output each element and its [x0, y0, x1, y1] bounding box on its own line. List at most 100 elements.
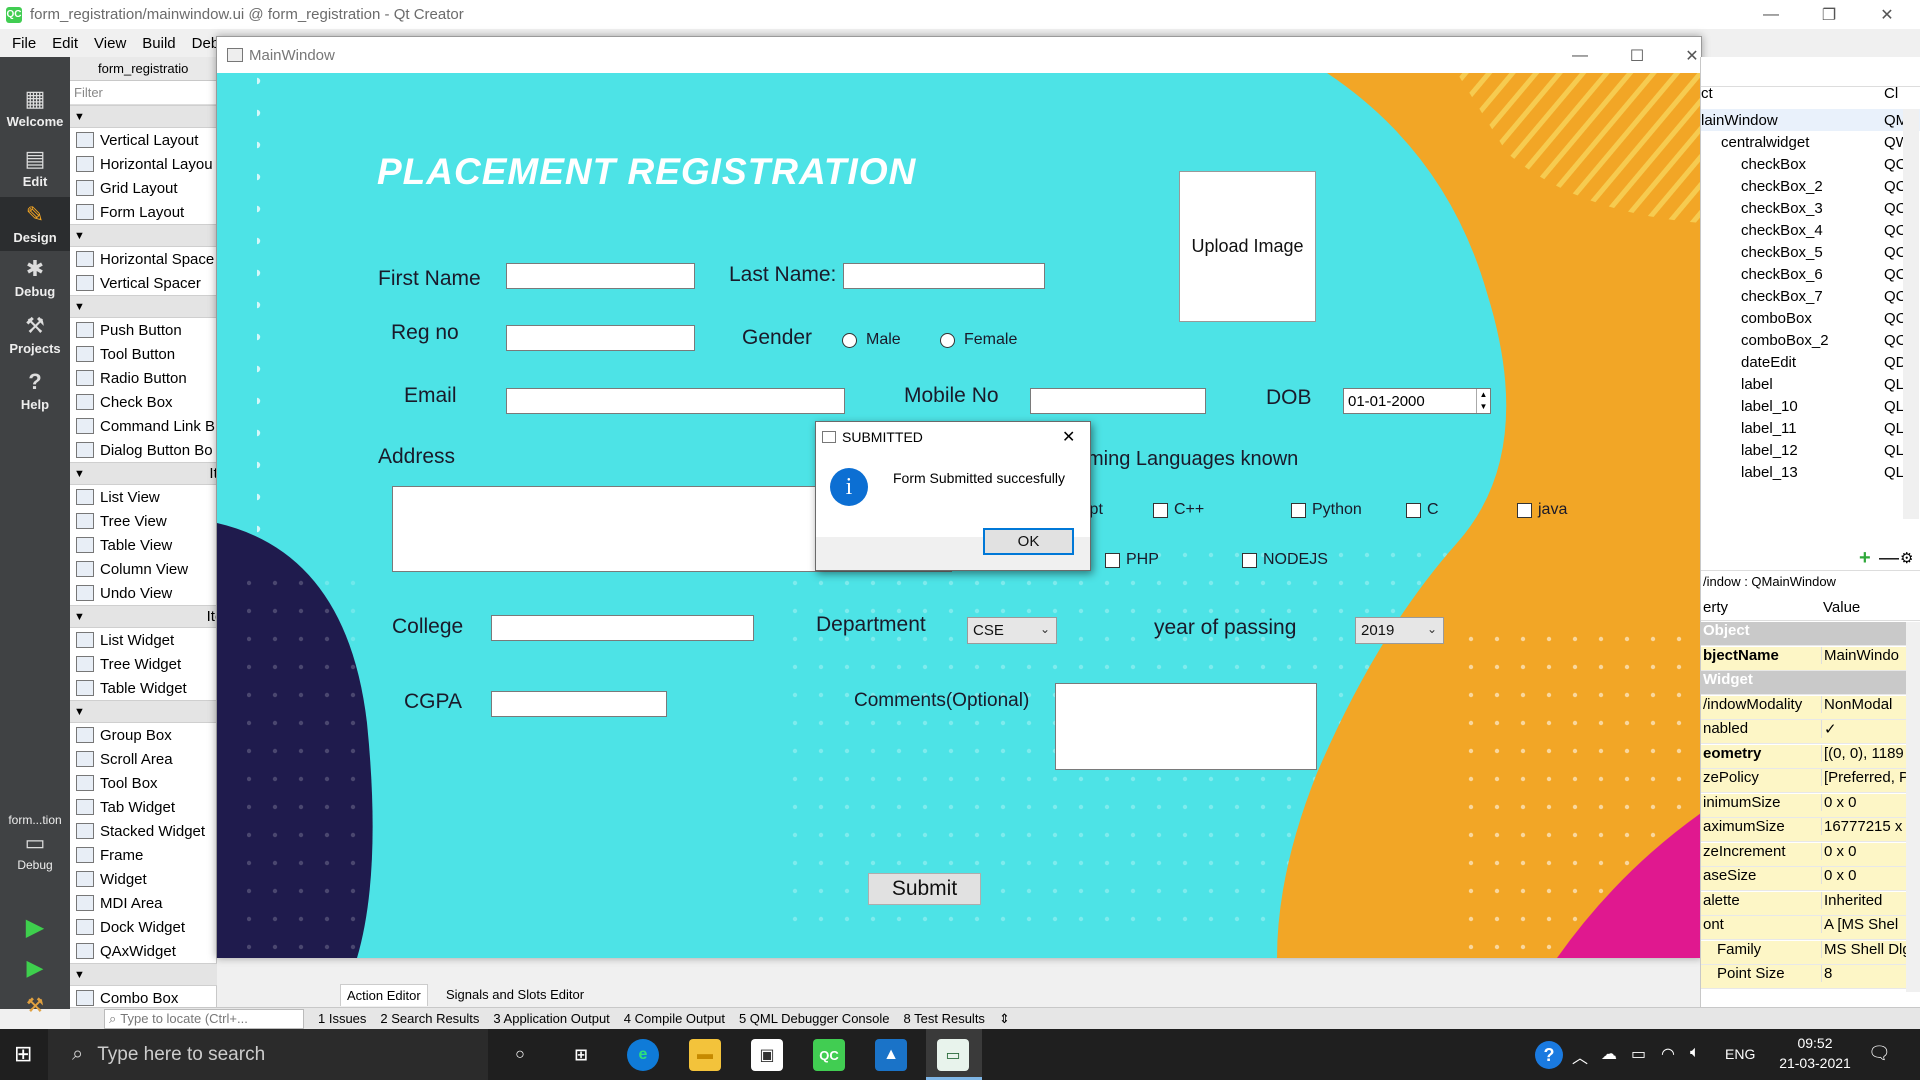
widget-item[interactable]: MDI Area [70, 891, 217, 915]
property-row[interactable]: inimumSize 0 x 0 [1701, 793, 1920, 818]
property-row[interactable]: bjectName MainWindo [1701, 646, 1920, 671]
object-tree-row[interactable]: checkBox_3 QC [1701, 197, 1920, 219]
debug-run-button[interactable]: ▶ [0, 955, 70, 981]
widget-item[interactable]: Horizontal Layou [70, 152, 217, 176]
comments-field[interactable] [1055, 683, 1317, 770]
object-tree-row[interactable]: label_12 QL [1701, 439, 1920, 461]
object-tree-row[interactable]: label_11 QL [1701, 417, 1920, 439]
widget-category[interactable]: ▼ Item Widgets (Ite [70, 605, 217, 628]
property-row[interactable]: Point Size 8 [1701, 965, 1920, 989]
object-tree-row[interactable]: label QL [1701, 373, 1920, 395]
object-tree-scrollbar[interactable] [1903, 109, 1919, 519]
kit-selector[interactable]: form...tion ▭ Debug [0, 813, 70, 872]
object-tree-row[interactable]: lainWindow QM [1701, 109, 1920, 131]
widget-item[interactable]: Widget [70, 867, 217, 891]
build-hammer-icon[interactable]: ⚒ [0, 993, 70, 1018]
property-row[interactable]: Object [1701, 622, 1920, 646]
pane-qml-debugger[interactable]: 5 QML Debugger Console [739, 1011, 890, 1026]
widget-item[interactable]: Table View [70, 533, 217, 557]
minimize-button[interactable]: — [1746, 0, 1796, 29]
widget-item[interactable]: Tool Button [70, 342, 217, 366]
restore-button[interactable]: ❐ [1804, 0, 1854, 29]
widget-category[interactable]: ▼ Input Widgets [70, 963, 217, 986]
onedrive-icon[interactable]: ☁ [1601, 1044, 1617, 1064]
tray-chevron-up-icon[interactable]: ︿ [1572, 1044, 1588, 1068]
property-row[interactable]: Family MS Shell Dlg [1701, 940, 1920, 965]
close-button[interactable]: ✕ [1862, 0, 1912, 29]
widget-item[interactable]: Tree Widget [70, 652, 217, 676]
submit-button[interactable]: Submit [868, 873, 981, 905]
ok-button[interactable]: OK [983, 528, 1074, 555]
lang-cpp-checkbox[interactable]: C++ [1153, 501, 1204, 519]
first-name-field[interactable] [506, 263, 695, 289]
mode-welcome[interactable]: ▦ Welcome [0, 87, 70, 130]
property-row[interactable]: aximumSize 16777215 x [1701, 818, 1920, 842]
widget-item[interactable]: Tool Box [70, 771, 217, 795]
object-tree-row[interactable]: checkBox_6 QC [1701, 263, 1920, 285]
widget-item[interactable]: Frame [70, 843, 217, 867]
email-field[interactable] [506, 388, 845, 414]
gender-female-radio[interactable]: Female [940, 331, 1017, 349]
property-row[interactable]: zePolicy [Preferred, P [1701, 769, 1920, 793]
widget-item[interactable]: Tree View [70, 509, 217, 533]
taskbar-search-box[interactable]: ⌕ Type here to search [48, 1029, 488, 1080]
spin-arrows-icon[interactable]: ▲ ▼ [1476, 389, 1490, 413]
pane-more-icon[interactable]: ⇕ [999, 1011, 1010, 1027]
object-tree-row[interactable]: checkBox_5 QC [1701, 241, 1920, 263]
edge-icon[interactable]: e [627, 1039, 659, 1071]
locator-input[interactable]: ⌕ Type to locate (Ctrl+... [104, 1008, 304, 1029]
qt-creator-icon[interactable]: QC [813, 1039, 845, 1071]
menu-file[interactable]: File [4, 35, 44, 52]
property-row[interactable]: ont A [MS Shel [1701, 916, 1920, 940]
widget-category[interactable]: ▼ Containe [70, 700, 217, 723]
mode-projects[interactable]: ⚒ Projects [0, 314, 70, 357]
widget-item[interactable]: Form Layout [70, 200, 217, 224]
college-field[interactable] [491, 615, 754, 641]
object-tree-row[interactable]: label_13 QL [1701, 461, 1920, 483]
widget-category[interactable]: ▼ Buttons [70, 295, 217, 318]
document-tab[interactable]: form_registratio [70, 57, 217, 81]
clock-date[interactable]: 21-03-2021 [1770, 1055, 1860, 1071]
lang-java-checkbox[interactable]: java [1517, 501, 1567, 519]
gender-male-radio[interactable]: Male [842, 331, 901, 349]
widget-item[interactable]: Push Button [70, 318, 217, 342]
object-tree-row[interactable]: centralwidget QW [1701, 131, 1920, 153]
battery-icon[interactable]: ▭ [1631, 1044, 1646, 1064]
widget-item[interactable]: Table Widget [70, 676, 217, 700]
department-combo[interactable]: CSE ⌄ [967, 617, 1057, 644]
widget-category[interactable]: ▼ Item Views (Moc [70, 462, 217, 485]
reg-no-field[interactable] [506, 325, 695, 351]
widget-item[interactable]: Column View [70, 557, 217, 581]
property-scrollbar[interactable] [1906, 622, 1920, 992]
clock-time[interactable]: 09:52 [1770, 1035, 1860, 1051]
widget-item[interactable]: QAxWidget [70, 939, 217, 963]
object-tree-row[interactable]: checkBox QC [1701, 153, 1920, 175]
run-button[interactable]: ▶ [0, 913, 70, 942]
lang-php-checkbox[interactable]: PHP [1105, 551, 1159, 569]
widget-item[interactable]: Grid Layout [70, 176, 217, 200]
widget-item[interactable]: Undo View [70, 581, 217, 605]
pane-search-results[interactable]: 2 Search Results [380, 1011, 479, 1026]
object-tree-row[interactable]: checkBox_2 QC [1701, 175, 1920, 197]
mode-design[interactable]: ✎ Design [0, 197, 70, 251]
menu-edit[interactable]: Edit [44, 35, 86, 52]
pane-compile-output[interactable]: 4 Compile Output [624, 1011, 725, 1026]
menu-view[interactable]: View [86, 35, 134, 52]
object-tree-row[interactable]: checkBox_4 QC [1701, 219, 1920, 241]
multitasking-icon[interactable]: ⊞ [565, 1039, 597, 1071]
action-editor-tab[interactable]: Action Editor [340, 984, 428, 1006]
object-tree-row[interactable]: comboBox QC [1701, 307, 1920, 329]
help-tip-icon[interactable]: ? [1535, 1041, 1563, 1069]
widget-item[interactable]: Scroll Area [70, 747, 217, 771]
property-row[interactable]: aseSize 0 x 0 [1701, 867, 1920, 891]
cgpa-field[interactable] [491, 691, 667, 717]
task-view-icon[interactable]: ○ [504, 1039, 536, 1071]
file-explorer-icon[interactable]: ▬ [689, 1039, 721, 1071]
property-row[interactable]: Widget [1701, 671, 1920, 695]
widget-item[interactable]: Command Link B [70, 414, 217, 438]
widget-item[interactable]: Radio Button [70, 366, 217, 390]
lang-nodejs-checkbox[interactable]: NODEJS [1242, 551, 1328, 569]
windows-start-icon[interactable]: ⊞ [14, 1042, 38, 1066]
property-row[interactable]: nabled ✓ [1701, 720, 1920, 744]
app-window-icon[interactable]: ▭ [937, 1039, 969, 1071]
